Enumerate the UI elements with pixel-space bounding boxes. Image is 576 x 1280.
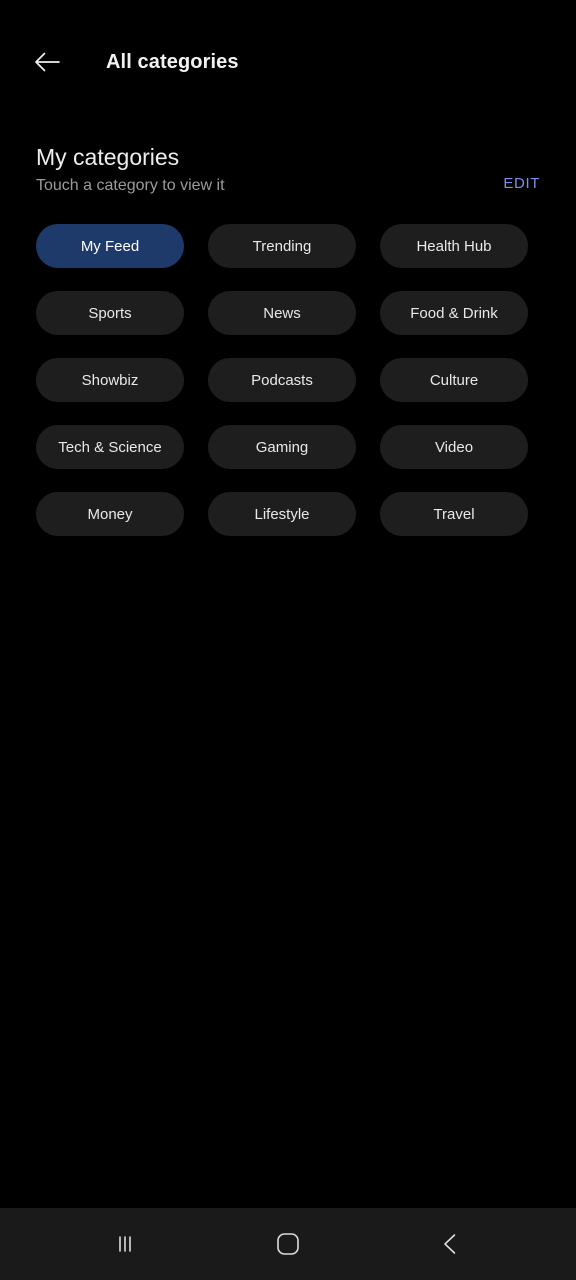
category-chip-label: Gaming	[255, 438, 309, 456]
home-button[interactable]	[252, 1208, 324, 1280]
category-chip-label: Video	[434, 438, 474, 456]
category-chip-label: Sports	[88, 304, 132, 322]
category-chip[interactable]: My Feed	[36, 224, 184, 268]
category-chip-label: Tech & Science	[58, 438, 162, 456]
category-chip[interactable]: Tech & Science	[36, 425, 184, 469]
chevron-left-icon	[438, 1231, 464, 1257]
category-chip-label: Showbiz	[81, 371, 139, 389]
category-chip-label: News	[263, 304, 301, 322]
nav-back-button[interactable]	[415, 1208, 487, 1280]
back-button[interactable]	[24, 38, 72, 86]
category-chip[interactable]: Travel	[380, 492, 528, 536]
category-chip[interactable]: Gaming	[208, 425, 356, 469]
section-subtitle: Touch a category to view it	[36, 177, 225, 194]
category-chip[interactable]: Lifestyle	[208, 492, 356, 536]
category-chip-label: Health Hub	[416, 237, 492, 255]
my-categories-section-header: My categories Touch a category to view i…	[0, 142, 576, 198]
category-chip[interactable]: Culture	[380, 358, 528, 402]
category-chip-label: Culture	[429, 371, 479, 389]
category-chip[interactable]: Health Hub	[380, 224, 528, 268]
category-chip[interactable]: Podcasts	[208, 358, 356, 402]
app-screen: All categories My categories Touch a cat…	[0, 0, 576, 1280]
category-chip[interactable]: Sports	[36, 291, 184, 335]
recents-icon	[112, 1231, 138, 1257]
category-chip[interactable]: Showbiz	[36, 358, 184, 402]
section-title: My categories	[36, 144, 180, 170]
category-chip[interactable]: Money	[36, 492, 184, 536]
category-chip[interactable]: Food & Drink	[380, 291, 528, 335]
category-chip-label: Podcasts	[251, 371, 313, 389]
recents-button[interactable]	[89, 1208, 161, 1280]
category-chip-label: Money	[87, 505, 133, 523]
category-chip-label: Lifestyle	[254, 505, 310, 523]
category-chip[interactable]: Trending	[208, 224, 356, 268]
category-chip[interactable]: News	[208, 291, 356, 335]
category-chip-grid: My Feed Trending Health Hub Sports News Food …	[0, 224, 576, 536]
category-chip-label: Travel	[433, 505, 475, 523]
arrow-left-icon	[33, 47, 63, 77]
system-navigation-bar	[0, 1208, 576, 1280]
category-chip-label: Trending	[252, 237, 312, 255]
page-title: All categories	[106, 50, 239, 73]
category-chip-label: Food & Drink	[410, 304, 498, 322]
category-chip-label: My Feed	[80, 237, 140, 255]
edit-button[interactable]: EDIT	[503, 175, 540, 192]
home-icon	[275, 1231, 301, 1257]
app-bar: All categories	[0, 0, 576, 124]
category-chip[interactable]: Video	[380, 425, 528, 469]
